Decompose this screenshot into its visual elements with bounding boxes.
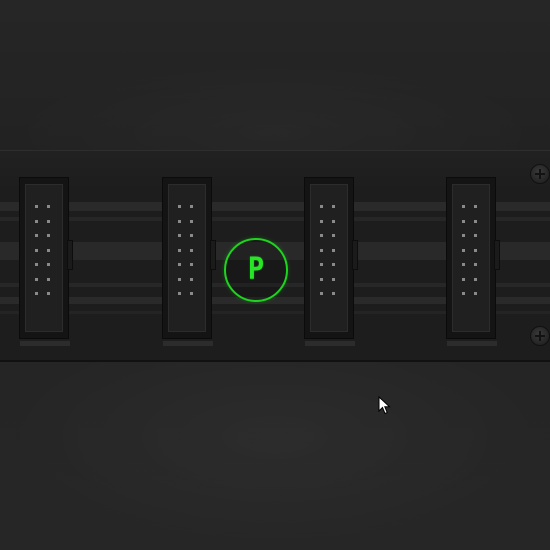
header-2 <box>162 177 216 346</box>
header-foot <box>163 341 213 346</box>
header-pin <box>462 234 465 237</box>
header-pin <box>190 277 193 281</box>
header-key-notch <box>494 240 500 270</box>
header-pin <box>35 292 38 295</box>
header-pin <box>474 292 477 295</box>
header-pin <box>320 219 323 223</box>
header-pin <box>332 277 335 281</box>
header-pin <box>462 248 465 252</box>
header-foot <box>305 341 355 346</box>
header-pin <box>190 292 193 295</box>
header-pin <box>332 292 335 295</box>
header-foot <box>447 341 497 346</box>
header-pin <box>178 248 181 252</box>
header-pin <box>320 234 323 237</box>
badge-letter: P <box>247 252 265 287</box>
header-3 <box>304 177 358 346</box>
header-pin <box>320 205 323 208</box>
header-pin <box>178 205 181 208</box>
header-pin <box>320 292 323 295</box>
header-pin <box>332 219 335 223</box>
header-pin <box>35 263 38 266</box>
header-pin <box>474 205 477 208</box>
header-pin <box>320 263 323 266</box>
header-pin <box>332 248 335 252</box>
header-socket <box>310 184 348 332</box>
header-pin <box>190 219 193 223</box>
header-pin <box>474 219 477 223</box>
screw-icon <box>530 164 550 184</box>
header-pin <box>178 234 181 237</box>
scene: P <box>0 0 550 550</box>
header-pin <box>474 277 477 281</box>
header-pin <box>332 234 335 237</box>
header-pin <box>462 219 465 223</box>
header-pin <box>462 292 465 295</box>
header-pin <box>190 234 193 237</box>
header-pin <box>474 263 477 266</box>
header-pin <box>462 205 465 208</box>
header-pin <box>47 277 50 281</box>
header-pin <box>190 205 193 208</box>
header-pin <box>47 263 50 266</box>
header-key-notch <box>352 240 358 270</box>
header-pin <box>462 263 465 266</box>
header-pin <box>462 277 465 281</box>
header-pin <box>178 277 181 281</box>
header-pin <box>47 219 50 223</box>
header-pin <box>35 234 38 237</box>
header-1 <box>19 177 73 346</box>
header-pin <box>320 248 323 252</box>
header-pin <box>35 248 38 252</box>
header-socket <box>25 184 63 332</box>
header-pin <box>332 205 335 208</box>
header-pin <box>332 263 335 266</box>
header-foot <box>20 341 70 346</box>
header-pin <box>178 219 181 223</box>
ambient-light-bottom <box>0 362 550 550</box>
header-pin <box>35 205 38 208</box>
header-pin <box>178 263 181 266</box>
header-pin <box>35 219 38 223</box>
mouse-pointer-icon <box>378 396 391 415</box>
header-pin <box>47 205 50 208</box>
ambient-light-top <box>0 60 550 150</box>
header-key-notch <box>210 240 216 270</box>
header-pin <box>474 248 477 252</box>
header-pin <box>35 277 38 281</box>
header-pin <box>320 277 323 281</box>
header-pin <box>47 234 50 237</box>
header-pin <box>190 248 193 252</box>
header-pin <box>47 248 50 252</box>
header-pin <box>190 263 193 266</box>
header-pin <box>474 234 477 237</box>
header-socket <box>168 184 206 332</box>
header-4 <box>446 177 500 346</box>
header-pin <box>47 292 50 295</box>
header-pin <box>178 292 181 295</box>
header-socket <box>452 184 490 332</box>
p-circle-badge[interactable]: P <box>224 238 288 302</box>
header-key-notch <box>67 240 73 270</box>
screw-icon <box>530 326 550 346</box>
